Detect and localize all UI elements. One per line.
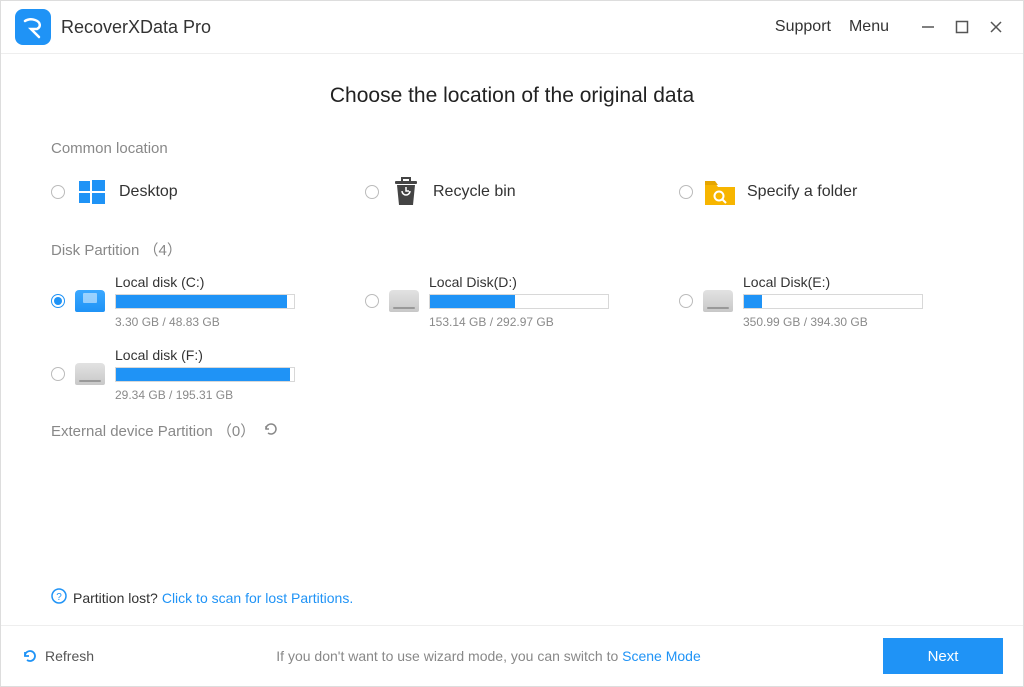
disk-c-bar [115, 294, 295, 309]
disk-c-name: Local disk (C:) [115, 274, 345, 290]
section-external-label: External device Partition （0） [51, 420, 255, 441]
section-common-label: Common location [51, 140, 973, 157]
radio-disk-d[interactable] [365, 294, 379, 308]
maximize-icon[interactable] [949, 14, 975, 40]
refresh-button[interactable]: Refresh [21, 647, 94, 665]
recycle-bin-icon [389, 175, 423, 209]
desktop-option[interactable]: Desktop [51, 171, 345, 213]
windows-icon [75, 175, 109, 209]
partition-lost-label: Partition lost? [73, 590, 158, 606]
radio-disk-f[interactable] [51, 367, 65, 381]
disk-e-stats: 350.99 GB / 394.30 GB [743, 315, 973, 329]
radio-desktop[interactable] [51, 185, 65, 199]
disk-icon-f [75, 363, 105, 385]
disk-icon-d [389, 290, 419, 312]
disk-placeholder-2 [679, 347, 973, 402]
svg-text:?: ? [56, 592, 62, 603]
section-disk-label: Disk Partition （4） [51, 239, 973, 260]
common-location-row: Desktop Recycle bin Specify a folder [51, 171, 973, 213]
disk-c-stats: 3.30 GB / 48.83 GB [115, 315, 345, 329]
folder-option[interactable]: Specify a folder [679, 171, 973, 213]
app-window: RecoverXData Pro Support Menu Choose the… [0, 0, 1024, 687]
disk-placeholder-1 [365, 347, 659, 402]
disk-row-1: Local disk (C:) 3.30 GB / 48.83 GB Local… [51, 274, 973, 329]
disk-f-bar [115, 367, 295, 382]
desktop-label: Desktop [119, 183, 178, 201]
titlebar: RecoverXData Pro Support Menu [1, 1, 1023, 54]
disk-d-bar [429, 294, 609, 309]
partition-lost-row: ? Partition lost? Click to scan for lost… [1, 578, 1023, 625]
footer-hint: If you don't want to use wizard mode, yo… [94, 648, 883, 664]
disk-f-name: Local disk (F:) [115, 347, 345, 363]
partition-lost-link[interactable]: Click to scan for lost Partitions. [162, 590, 353, 606]
radio-disk-c[interactable] [51, 294, 65, 308]
next-button[interactable]: Next [883, 638, 1003, 674]
radio-folder[interactable] [679, 185, 693, 199]
recycle-label: Recycle bin [433, 183, 516, 201]
disk-e-bar [743, 294, 923, 309]
scene-mode-link[interactable]: Scene Mode [622, 648, 701, 664]
menu-link[interactable]: Menu [849, 18, 889, 36]
support-link[interactable]: Support [775, 18, 831, 36]
content-area: Choose the location of the original data… [1, 54, 1023, 578]
disk-e[interactable]: Local Disk(E:) 350.99 GB / 394.30 GB [679, 274, 973, 329]
refresh-external-icon[interactable] [263, 421, 279, 441]
minimize-icon[interactable] [915, 14, 941, 40]
app-title: RecoverXData Pro [61, 17, 211, 38]
recycle-option[interactable]: Recycle bin [365, 171, 659, 213]
disk-d-name: Local Disk(D:) [429, 274, 659, 290]
disk-d[interactable]: Local Disk(D:) 153.14 GB / 292.97 GB [365, 274, 659, 329]
close-icon[interactable] [983, 14, 1009, 40]
folder-label: Specify a folder [747, 183, 857, 201]
disk-row-2: Local disk (F:) 29.34 GB / 195.31 GB [51, 347, 973, 402]
page-heading: Choose the location of the original data [51, 84, 973, 108]
disk-f[interactable]: Local disk (F:) 29.34 GB / 195.31 GB [51, 347, 345, 402]
refresh-label: Refresh [45, 648, 94, 664]
disk-icon-e [703, 290, 733, 312]
disk-icon-c [75, 290, 105, 312]
footer: Refresh If you don't want to use wizard … [1, 625, 1023, 686]
app-logo-icon [15, 9, 51, 45]
radio-recycle[interactable] [365, 185, 379, 199]
disk-e-name: Local Disk(E:) [743, 274, 973, 290]
disk-d-stats: 153.14 GB / 292.97 GB [429, 315, 659, 329]
help-icon: ? [51, 588, 67, 607]
folder-search-icon [703, 175, 737, 209]
disk-f-stats: 29.34 GB / 195.31 GB [115, 388, 345, 402]
disk-c[interactable]: Local disk (C:) 3.30 GB / 48.83 GB [51, 274, 345, 329]
radio-disk-e[interactable] [679, 294, 693, 308]
